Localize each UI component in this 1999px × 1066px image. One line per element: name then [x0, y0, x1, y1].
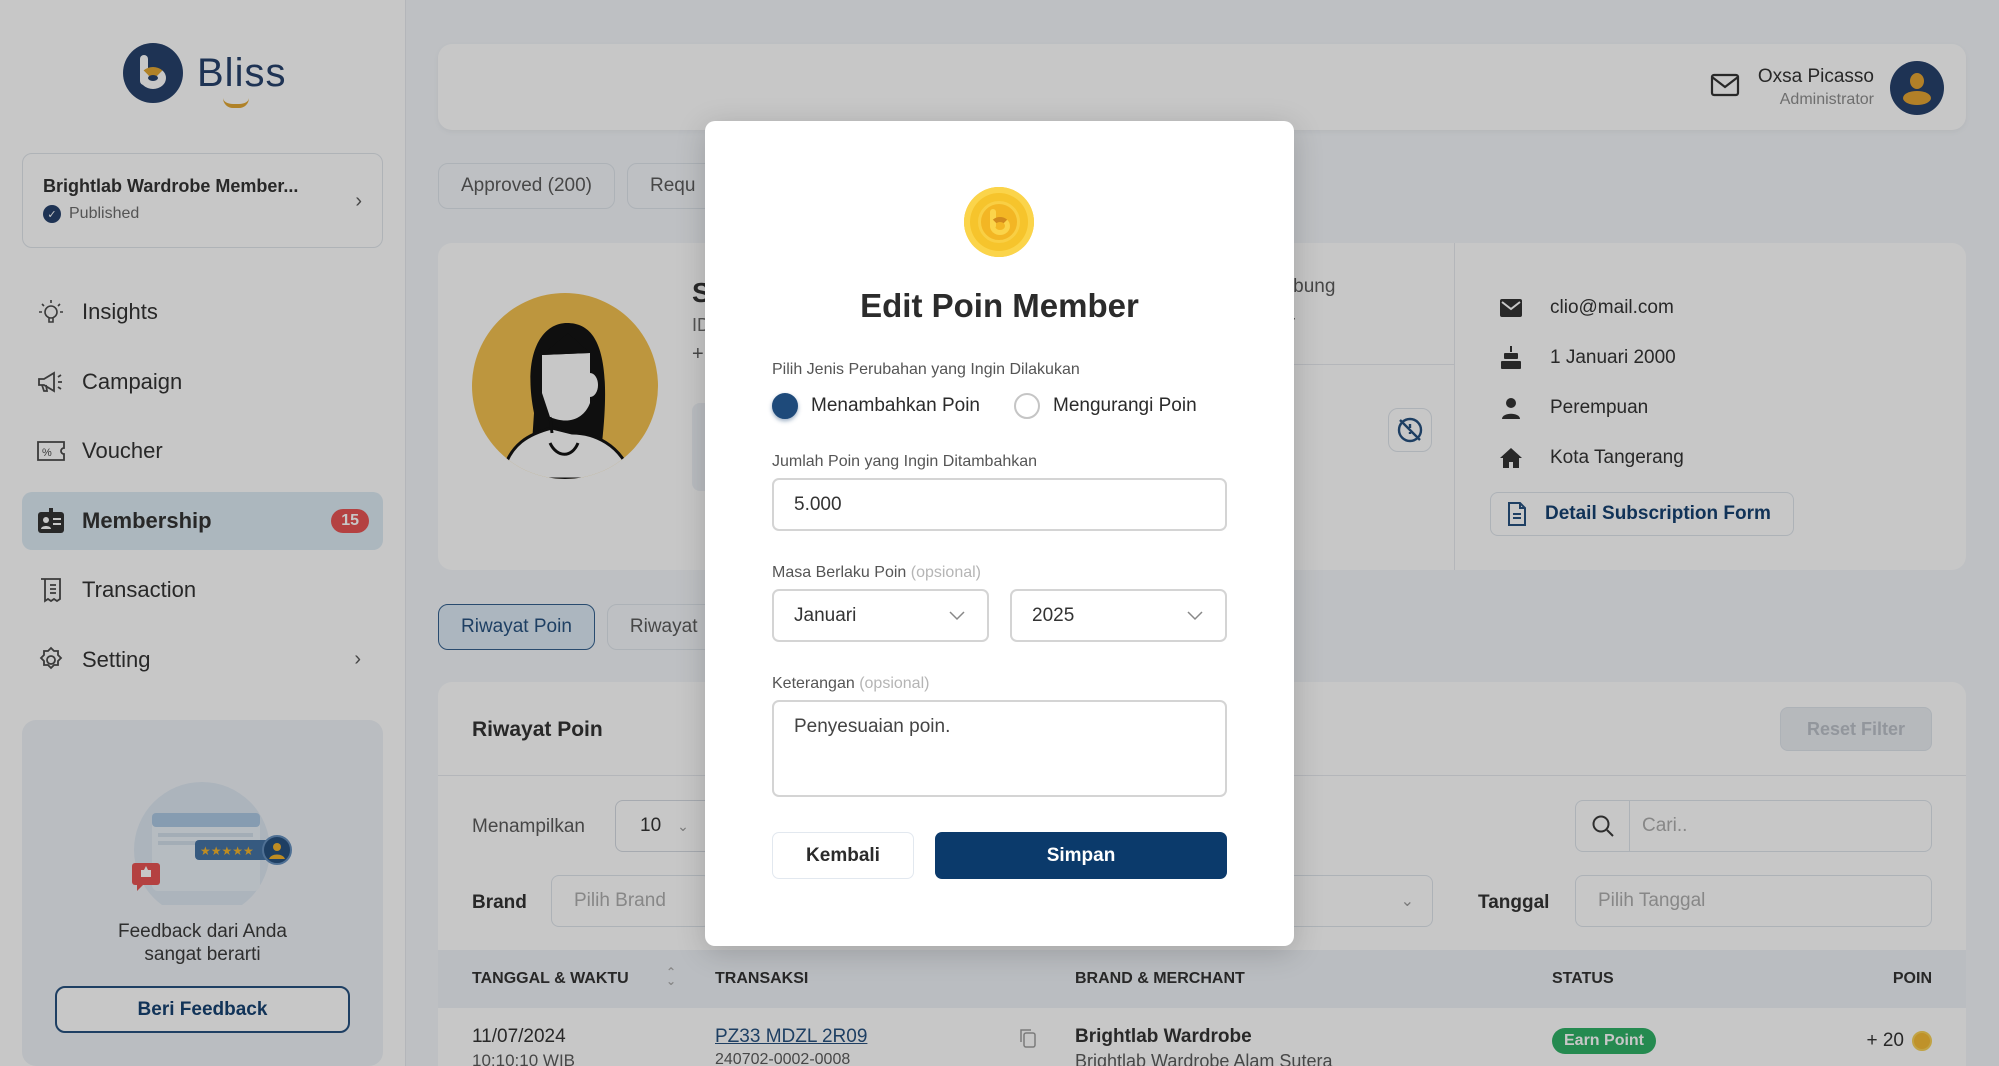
- coin-icon: [964, 187, 1034, 257]
- back-button[interactable]: Kembali: [772, 832, 914, 879]
- amount-label: Jumlah Poin yang Ingin Ditambahkan: [772, 453, 1038, 470]
- chevron-down-icon: [1187, 605, 1203, 627]
- radio-subtract-points[interactable]: Mengurangi Poin: [1014, 393, 1197, 419]
- change-type-radio-group: Menambahkan Poin Mengurangi Poin: [772, 393, 1231, 419]
- radio-add-points[interactable]: Menambahkan Poin: [772, 393, 980, 419]
- save-button[interactable]: Simpan: [935, 832, 1227, 879]
- expiry-label: Masa Berlaku Poin (opsional): [772, 564, 982, 581]
- note-label: Keterangan (opsional): [772, 675, 930, 692]
- chevron-down-icon: [949, 605, 965, 627]
- radio-unchecked-icon[interactable]: [1014, 393, 1040, 419]
- edit-points-modal: Edit Poin Member Pilih Jenis Perubahan y…: [705, 121, 1294, 946]
- modal-title: Edit Poin Member: [860, 287, 1139, 324]
- expiry-month-select[interactable]: Januari: [772, 589, 989, 642]
- points-amount-input[interactable]: 5.000: [772, 478, 1227, 531]
- change-type-label: Pilih Jenis Perubahan yang Ingin Dilakuk…: [772, 361, 1080, 378]
- radio-checked-icon[interactable]: [772, 393, 798, 419]
- expiry-year-select[interactable]: 2025: [1010, 589, 1227, 642]
- note-textarea[interactable]: Penyesuaian poin.: [772, 700, 1227, 797]
